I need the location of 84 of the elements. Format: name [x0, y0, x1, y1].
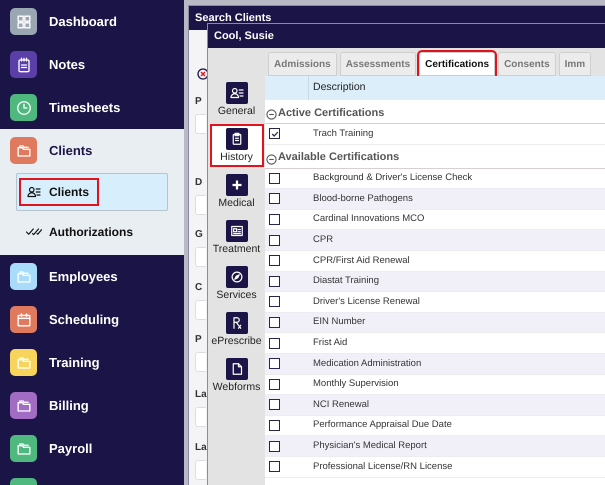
window-title: Cool, Susie [214, 28, 274, 44]
checkbox[interactable] [269, 440, 280, 452]
tab[interactable]: Consents [498, 52, 556, 76]
checkbox[interactable] [269, 358, 280, 370]
nav-item[interactable]: Treatment [210, 216, 264, 259]
checkbox[interactable] [269, 255, 280, 266]
sidebar-subitem[interactable]: Clients [19, 178, 100, 206]
input-field[interactable] [195, 247, 206, 267]
tab[interactable]: Certifications [419, 52, 496, 76]
table-cell-text: Background & Driver's License Check [312, 171, 472, 186]
table-cell-text: EIN Number [312, 315, 366, 330]
input-field[interactable] [195, 114, 206, 134]
clear-icon[interactable] [197, 68, 209, 80]
rx-icon [226, 312, 248, 334]
nav-item[interactable]: General [210, 78, 264, 121]
sidebar-item[interactable]: Billing [0, 384, 184, 427]
checkbox[interactable] [269, 172, 280, 184]
table-cell-text: NCI Renewal [312, 398, 369, 412]
checkbox[interactable] [269, 399, 280, 410]
field-label: La [195, 389, 207, 400]
tab[interactable]: Imm [558, 52, 592, 76]
folder-icon [10, 478, 37, 485]
column-header[interactable]: Description [309, 76, 366, 100]
nav-item[interactable]: Services [210, 262, 264, 305]
person-icon [226, 82, 248, 104]
field-label: D [195, 177, 202, 188]
checkbox[interactable] [269, 420, 280, 432]
table-cell-text: Cardinal Innovations MCO [312, 212, 424, 226]
sidebar-item[interactable]: Employees [0, 255, 184, 298]
tab[interactable]: Assessments [340, 52, 416, 76]
input-field[interactable] [195, 300, 206, 320]
checkbox[interactable] [269, 378, 280, 390]
nav-item[interactable]: History [210, 124, 264, 167]
sidebar-item[interactable]: Training [0, 341, 184, 384]
checkbox[interactable] [269, 461, 280, 472]
table-cell-text: Physician's Medical Report [312, 438, 427, 453]
checkbox[interactable] [269, 214, 280, 226]
sidebar-item[interactable]: Notes [0, 43, 184, 86]
card-icon [226, 220, 248, 242]
window-title: Search Clients [195, 10, 272, 26]
clipboard-icon [226, 128, 248, 150]
nav-item[interactable]: Medical [210, 170, 264, 213]
checkbox[interactable] [269, 338, 280, 349]
input-field[interactable] [195, 352, 206, 372]
checkbox[interactable] [269, 296, 280, 308]
field-label: P [195, 96, 202, 107]
table-cell-text: CPR/First Aid Renewal [312, 254, 410, 268]
sidebar-item[interactable]: Dashboard [0, 0, 184, 43]
input-field[interactable] [195, 460, 206, 480]
group-title: Active Certifications [278, 106, 384, 120]
collapse-icon[interactable] [266, 109, 277, 120]
tab[interactable]: Admissions [268, 52, 337, 76]
table-cell-text: Monthly Supervision [312, 377, 399, 392]
field-label: La [195, 442, 207, 453]
table-cell-text: Frist Aid [312, 336, 348, 350]
table-cell-text: Diastat Training [312, 274, 380, 288]
document-icon [226, 358, 248, 380]
table-cell-text: Driver's License Renewal [312, 294, 420, 309]
nav-item[interactable]: Webforms [210, 354, 264, 397]
checkbox[interactable] [269, 128, 280, 140]
sidebar-subitem[interactable]: Authorizations [19, 218, 143, 246]
field-label: P [195, 334, 202, 345]
table-cell-text: Trach Training [312, 126, 374, 141]
sidebar-item[interactable]: Timesheets [0, 86, 184, 129]
table-cell-text: Medication Administration [312, 356, 422, 371]
field-label: G [195, 229, 203, 240]
table-cell-text: CPR [312, 233, 334, 248]
input-field[interactable] [195, 407, 206, 427]
table-cell-text: Performance Appraisal Due Date [312, 418, 452, 432]
table-cell-text: Professional License/RN License [312, 460, 452, 474]
sidebar-item[interactable]: Payroll [0, 427, 184, 470]
table-cell-text: Blood-borne Pathogens [312, 192, 413, 206]
input-field[interactable] [195, 195, 206, 215]
sidebar-item[interactable]: Scheduling [0, 298, 184, 341]
plus-icon [226, 174, 248, 196]
nav-item[interactable]: ePrescribe [210, 308, 264, 351]
compass-icon [226, 266, 248, 288]
group-title: Available Certifications [278, 150, 400, 166]
checkbox[interactable] [269, 276, 280, 287]
field-label: C [195, 282, 202, 293]
checkbox[interactable] [269, 193, 280, 204]
checkbox[interactable] [269, 234, 280, 246]
collapse-icon[interactable] [266, 154, 277, 165]
checkbox[interactable] [269, 317, 280, 328]
